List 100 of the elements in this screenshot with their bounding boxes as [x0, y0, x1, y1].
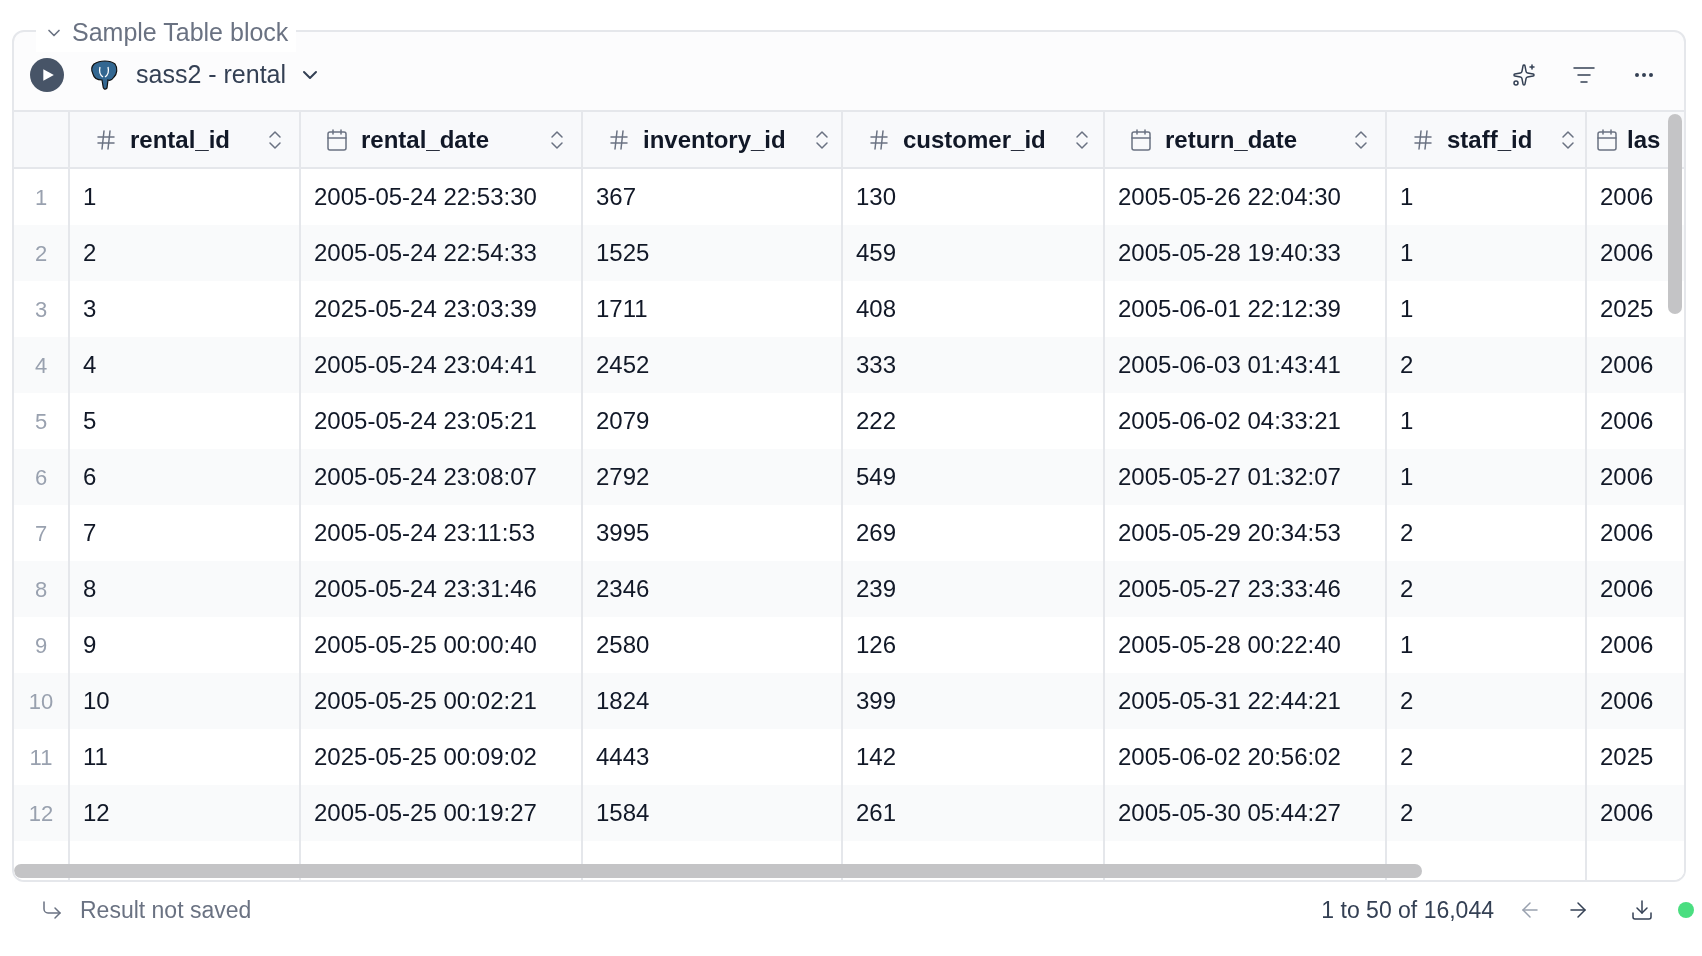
download-icon[interactable] — [1630, 898, 1654, 922]
column-header[interactable]: return_date — [1105, 112, 1387, 167]
column-header[interactable]: staff_id — [1387, 112, 1587, 167]
column-name: inventory_id — [643, 124, 786, 155]
table-cell-text: 333 — [856, 350, 897, 380]
table-cell-text: 1 — [1400, 406, 1414, 436]
column-header[interactable]: customer_id — [843, 112, 1105, 167]
table-cell-text: 4 — [83, 350, 97, 380]
horizontal-scrollbar[interactable] — [14, 864, 1422, 878]
row-number: 2 — [34, 239, 48, 268]
save-status: Result not saved — [80, 895, 252, 925]
table-cell-text: 2025 — [1600, 742, 1654, 772]
table-cell-text: 2005-05-26 22:04:30 — [1118, 182, 1341, 212]
hash-icon — [867, 127, 891, 152]
row-number: 3 — [34, 295, 48, 324]
table-cell-text: 1711 — [596, 294, 648, 324]
table-cell-text: 2005-05-27 23:33:46 — [1118, 574, 1341, 604]
run-button[interactable] — [30, 58, 64, 92]
table-cell-text: 1 — [1400, 294, 1414, 324]
table-cell-text: 2006 — [1600, 630, 1654, 660]
table-cell-text: 2006 — [1600, 462, 1654, 492]
calendar-icon — [325, 127, 349, 152]
row-number: 8 — [34, 575, 48, 604]
table-cell-text: 9 — [83, 630, 97, 660]
table-cell-text: 2005-05-28 19:40:33 — [1118, 238, 1341, 268]
table-cell-text: 2005-06-01 22:12:39 — [1118, 294, 1341, 324]
table-cell-text: 2006 — [1600, 182, 1654, 212]
table-cell-text: 12 — [83, 798, 110, 828]
table-cell-text: 2025-05-25 00:09:02 — [314, 742, 537, 772]
vertical-scrollbar[interactable] — [1668, 114, 1682, 314]
table-cell-text: 1 — [1400, 630, 1414, 660]
column-name: staff_id — [1447, 124, 1533, 155]
row-number: 11 — [29, 743, 53, 772]
table-cell-text: 239 — [856, 574, 897, 604]
play-icon — [41, 68, 55, 82]
table-cell-text: 2006 — [1600, 350, 1654, 380]
table-cell-text: 2006 — [1600, 574, 1654, 604]
table-cell-text: 261 — [856, 798, 897, 828]
row-number: 12 — [28, 799, 54, 828]
table-cell-text: 10 — [83, 686, 110, 716]
table-cell-text: 11 — [83, 742, 108, 772]
table-cell-text: 2005-05-25 00:00:40 — [314, 630, 537, 660]
hash-icon — [94, 127, 118, 152]
table-cell-text: 269 — [856, 518, 897, 548]
table-cell-text: 367 — [596, 182, 637, 212]
table-cell-text: 5 — [83, 406, 97, 436]
table-cell-text: 6 — [83, 462, 97, 492]
row-range: 1 to 50 of 16,044 — [1321, 895, 1494, 925]
row-number: 6 — [34, 463, 48, 492]
table-cell-text: 2005-05-30 05:44:27 — [1118, 798, 1341, 828]
table-cell-text: 549 — [856, 462, 897, 492]
row-number: 9 — [34, 631, 48, 660]
table-cell-text: 2005-05-24 23:11:53 — [314, 518, 536, 548]
sparkles-icon[interactable] — [1512, 63, 1536, 87]
column-header[interactable]: inventory_id — [583, 112, 843, 167]
row-number: 5 — [34, 407, 48, 436]
elephant-icon — [88, 59, 120, 91]
table-cell-text: 2006 — [1600, 238, 1654, 268]
table-cell-text: 2005-05-24 22:53:30 — [314, 182, 537, 212]
row-number: 1 — [34, 183, 48, 212]
table-cell-text: 142 — [856, 742, 897, 772]
table-cell-text: 2005-05-24 22:54:33 — [314, 238, 537, 268]
table-cell-text: 2 — [1400, 686, 1414, 716]
column-name: customer_id — [903, 124, 1046, 155]
corner-arrow-icon — [40, 898, 64, 922]
column-header[interactable]: rental_date — [301, 112, 583, 167]
column-name: rental_id — [130, 124, 231, 155]
table-cell-text: 2452 — [596, 350, 650, 380]
table-cell-text: 7 — [83, 518, 97, 548]
table-cell-text: 399 — [856, 686, 897, 716]
column-name: rental_date — [361, 124, 490, 155]
calendar-icon — [1129, 127, 1153, 152]
table-cell-text: 2005-05-28 00:22:40 — [1118, 630, 1341, 660]
table-cell-text: 1 — [83, 182, 97, 212]
calendar-icon — [1595, 127, 1619, 152]
table-cell-text: 2006 — [1600, 518, 1654, 548]
table-cell-text: 130 — [856, 182, 897, 212]
table-cell-text: 2580 — [596, 630, 650, 660]
table-cell-text: 459 — [856, 238, 897, 268]
column-header[interactable]: rental_id — [70, 112, 301, 167]
table-cell-text: 3 — [83, 294, 97, 324]
table-cell-text: 2005-05-29 20:34:53 — [1118, 518, 1341, 548]
table-cell-text: 2006 — [1600, 406, 1654, 436]
table-cell-text: 1 — [1400, 182, 1414, 212]
table-cell-text: 2005-05-24 23:05:21 — [314, 406, 537, 436]
row-number: 10 — [28, 687, 54, 716]
table-cell-text: 2005-05-25 00:19:27 — [314, 798, 537, 828]
table-cell-text: 2 — [1400, 350, 1414, 380]
table-cell-text: 2025-05-24 23:03:39 — [314, 294, 537, 324]
table-cell-text: 2792 — [596, 462, 650, 492]
table-cell-text: 2005-05-24 23:04:41 — [314, 350, 537, 380]
source-name[interactable]: sass2 - rental — [136, 56, 287, 94]
table-cell-text: 2 — [1400, 518, 1414, 548]
table-cell-text: 1 — [1400, 238, 1414, 268]
table-cell-text: 2 — [1400, 574, 1414, 604]
table-cell-text: 2 — [1400, 742, 1414, 772]
hash-icon — [1411, 127, 1435, 152]
table-cell-text: 1824 — [596, 686, 650, 716]
column-name: las — [1627, 124, 1661, 155]
table-cell-text: 2025 — [1600, 294, 1654, 324]
